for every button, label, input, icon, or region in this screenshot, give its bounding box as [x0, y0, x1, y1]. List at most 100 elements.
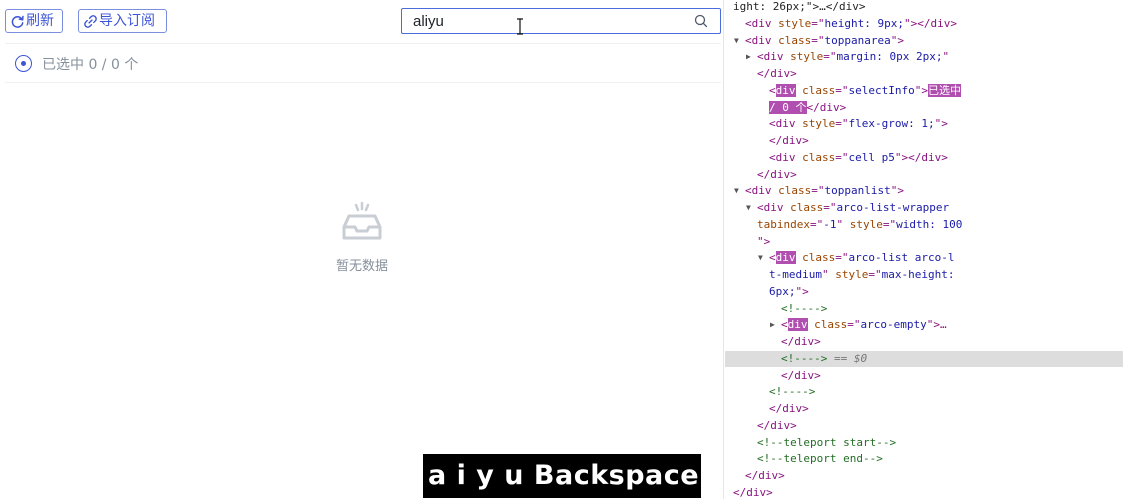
search-input[interactable]: [402, 9, 692, 33]
code-token: </div>: [757, 418, 797, 432]
code-token: ">: [757, 234, 771, 248]
expand-triangle-icon[interactable]: ▶: [770, 317, 779, 333]
code-token: ">…: [926, 318, 947, 332]
code-token: </div>: [733, 485, 773, 499]
code-token: <!---->: [769, 385, 816, 399]
code-token: selectInfo: [848, 83, 915, 97]
import-subscription-label: 导入订阅: [99, 13, 155, 29]
devtools-elements-panel[interactable]: ight: 26px;">…</div> <div style="height: …: [725, 0, 1123, 499]
dom-line[interactable]: <div class="cell p5"></div>: [725, 150, 1123, 166]
dom-line[interactable]: <div style="height: 9px;"></div>: [725, 16, 1123, 32]
code-token: class: [802, 150, 836, 164]
dom-line[interactable]: </div>: [725, 418, 1123, 434]
dom-line-code: </div>: [757, 167, 797, 183]
dom-line[interactable]: </div>: [725, 133, 1123, 149]
code-token: ">: [795, 284, 809, 298]
dom-line[interactable]: </div>: [725, 401, 1123, 417]
select-all-radio[interactable]: [15, 55, 32, 72]
code-token: class: [802, 251, 836, 265]
code-token: style: [835, 268, 869, 281]
dom-line[interactable]: <!--teleport end-->: [725, 451, 1123, 467]
code-token: "></div>: [894, 150, 948, 164]
dom-line[interactable]: ▼ <div class="toppanlist">: [725, 183, 1123, 199]
collapse-triangle-icon[interactable]: ▼: [758, 250, 767, 266]
code-token: margin: 0px 2px;: [836, 50, 943, 64]
code-token: style: [849, 217, 883, 231]
code-token: arco-empty: [860, 318, 927, 332]
search-box[interactable]: [401, 8, 721, 34]
dom-line[interactable]: <div class="selectInfo">已选中: [725, 83, 1123, 99]
code-token: style: [778, 16, 812, 30]
dom-line-code: <!--teleport end-->: [757, 451, 883, 467]
dom-line[interactable]: ▼ <div class="arco-list-wrapper: [725, 200, 1123, 216]
dom-line[interactable]: <div style="flex-grow: 1;">: [725, 116, 1123, 132]
dom-line-code: / 0 个</div>: [769, 100, 846, 116]
code-token: toppanarea: [824, 33, 891, 47]
dom-line[interactable]: </div>: [725, 468, 1123, 484]
dom-line[interactable]: <!---->: [725, 384, 1123, 400]
dom-line[interactable]: </div>: [725, 334, 1123, 350]
dom-line[interactable]: <!--teleport start-->: [725, 435, 1123, 451]
refresh-button[interactable]: 刷新: [5, 9, 63, 33]
dom-line[interactable]: <!---->: [725, 301, 1123, 317]
code-token: <div: [757, 50, 791, 64]
code-token: =": [835, 251, 849, 265]
dom-line-selected[interactable]: <!----> == $0: [725, 350, 1123, 367]
code-token: ">: [914, 83, 928, 97]
import-subscription-button[interactable]: 导入订阅: [78, 9, 167, 33]
code-token: =": [835, 117, 849, 131]
link-icon: [84, 14, 97, 28]
code-token: class: [778, 33, 812, 47]
code-token: <: [781, 318, 788, 332]
dom-line[interactable]: ▶ <div class="arco-empty">…: [725, 317, 1123, 333]
collapse-triangle-icon[interactable]: ▼: [734, 33, 743, 49]
keystroke-overlay: a i y u Backspace: [423, 454, 701, 498]
code-token: =": [823, 50, 837, 64]
dom-line-code: <div class="toppanlist">: [745, 183, 904, 199]
dom-line[interactable]: tabindex="-1" style="width: 100: [725, 217, 1123, 233]
code-token: class: [814, 318, 848, 332]
dom-line[interactable]: ight: 26px;">…</div>: [725, 0, 1123, 15]
code-token: </div>: [757, 167, 797, 181]
dom-line[interactable]: </div>: [725, 66, 1123, 82]
collapse-triangle-icon[interactable]: ▼: [746, 200, 755, 216]
expand-triangle-icon[interactable]: ▶: [746, 49, 755, 65]
dom-line[interactable]: ▼ <div class="toppanarea">: [725, 33, 1123, 49]
code-token: == $0: [827, 351, 868, 365]
code-token: class: [778, 184, 812, 198]
search-icon[interactable]: [694, 14, 708, 28]
empty-text: 暂无数据: [335, 259, 388, 274]
dom-line-code: <div class="arco-empty">…: [781, 317, 947, 333]
code-token: cell p5: [848, 150, 895, 164]
dom-line-code: </div>: [757, 418, 797, 434]
dom-line[interactable]: / 0 个</div>: [725, 100, 1123, 116]
dom-line[interactable]: </div>: [725, 368, 1123, 384]
code-token: toppanlist: [824, 184, 891, 198]
dom-line[interactable]: </div>: [725, 485, 1123, 499]
dom-line-code: </div>: [781, 368, 821, 384]
dom-line[interactable]: ▶ <div style="margin: 0px 2px;": [725, 49, 1123, 65]
code-token: style: [790, 50, 824, 64]
dom-line[interactable]: ▼ <div class="arco-list arco-l: [725, 250, 1123, 266]
code-token: </div>: [781, 368, 821, 382]
dom-line-code: <div class="arco-list arco-l: [769, 250, 954, 266]
code-token: =": [835, 150, 849, 164]
dom-line[interactable]: t-medium" style="max-height:: [725, 267, 1123, 283]
dom-line-code: <div class="cell p5"></div>: [769, 150, 948, 166]
dom-line[interactable]: </div>: [725, 167, 1123, 183]
code-token: style: [802, 117, 836, 131]
dom-line-code: <div style="flex-grow: 1;">: [769, 116, 948, 132]
code-token: ": [836, 217, 850, 231]
code-token: <div: [745, 33, 779, 47]
dom-line-code: <div class="selectInfo">已选中: [769, 83, 961, 99]
dom-line[interactable]: ">: [725, 234, 1123, 250]
code-token: ight: 26px;">…</div>: [733, 0, 866, 13]
code-token: 6px;: [769, 284, 796, 298]
code-token: t-medium: [769, 268, 822, 281]
code-token: ">: [934, 117, 948, 131]
dom-line[interactable]: 6px;">: [725, 284, 1123, 300]
dom-line-code: <!----> == $0: [781, 351, 867, 367]
dom-line-code: </div>: [745, 468, 785, 484]
code-token: "></div>: [903, 16, 957, 30]
collapse-triangle-icon[interactable]: ▼: [734, 183, 743, 199]
